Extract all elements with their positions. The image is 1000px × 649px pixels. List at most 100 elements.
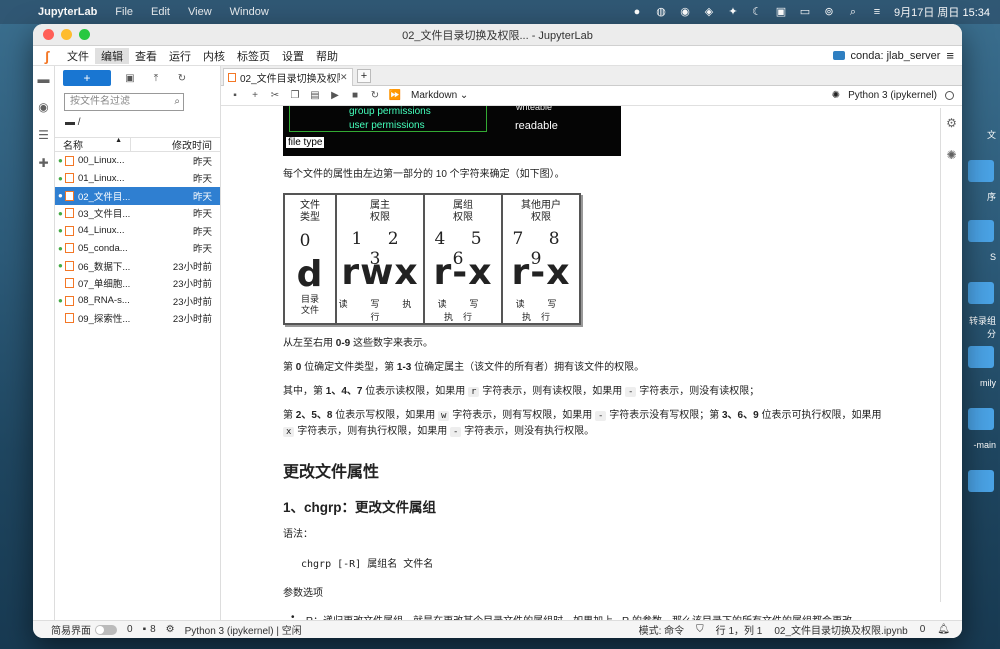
status-icon-4[interactable]: ✦ xyxy=(726,6,740,18)
property-inspector-icon[interactable]: ⚙ xyxy=(946,116,957,130)
chevron-down-icon: ⌄ xyxy=(459,90,469,101)
desktop-folder-icon[interactable] xyxy=(968,470,994,492)
file-row[interactable]: ● 03_文件目... 昨天 xyxy=(55,205,220,223)
file-modified-time: 昨天 xyxy=(192,244,212,256)
new-folder-icon[interactable]: ▣ xyxy=(123,73,137,84)
gear-icon[interactable]: ⚙ xyxy=(166,624,175,635)
save-icon[interactable]: ▪ xyxy=(225,90,245,101)
search-icon[interactable]: ⌕ xyxy=(846,6,860,18)
breadcrumb-path[interactable]: / xyxy=(78,117,81,128)
tab-notebook[interactable]: 02_文件目录切换及权限.ipyn ✕ xyxy=(223,68,353,86)
menu-help[interactable]: 帮助 xyxy=(310,48,344,64)
toggle-switch[interactable] xyxy=(95,624,117,635)
desktop-folder-icon[interactable] xyxy=(968,346,994,368)
menu-kernel[interactable]: 内核 xyxy=(197,48,231,64)
paste-icon[interactable]: ▤ xyxy=(305,90,325,101)
menubar-view[interactable]: View xyxy=(188,6,212,18)
refresh-icon[interactable]: ↻ xyxy=(175,73,189,84)
status-icon-3[interactable]: ◈ xyxy=(702,6,716,18)
cursor-position[interactable]: 行 1，列 1 xyxy=(716,622,763,637)
running-kernels-icon[interactable]: ◉ xyxy=(37,100,51,114)
folder-icon[interactable]: ▬ xyxy=(37,72,51,86)
insert-cell-icon[interactable]: + xyxy=(245,90,265,101)
file-row[interactable]: ● 02_文件目... 昨天 xyxy=(55,187,220,205)
menubar-edit[interactable]: Edit xyxy=(151,6,170,18)
zoom-window-button[interactable] xyxy=(79,29,90,40)
conda-env-indicator[interactable]: conda: jlab_server ≡ xyxy=(832,48,954,63)
folder-icon[interactable]: ▬ xyxy=(65,117,78,128)
notebook-icon xyxy=(65,260,74,271)
simple-mode-toggle[interactable]: 简易界面 xyxy=(51,622,117,637)
file-row[interactable]: ● 06_数据下... 23小时前 xyxy=(55,257,220,275)
file-row[interactable]: ● 00_Linux... 昨天 xyxy=(55,152,220,170)
status-icon-2[interactable]: ◉ xyxy=(678,6,692,18)
paragraph-type-owner: 第 0 位确定文件类型，第 1-3 位确定属主（该文件的所有者）拥有该文件的权限… xyxy=(283,362,645,373)
file-row[interactable]: ● 04_Linux... 昨天 xyxy=(55,222,220,240)
extension-manager-icon[interactable]: ✚ xyxy=(37,156,51,170)
file-row[interactable]: 09_探索性... 23小时前 xyxy=(55,310,220,328)
menu-run[interactable]: 运行 xyxy=(163,48,197,64)
upload-icon[interactable]: ⤒ xyxy=(149,73,163,84)
new-launcher-button[interactable]: + xyxy=(63,70,111,86)
file-name: 03_文件目... xyxy=(78,209,131,221)
cell-type-dropdown[interactable]: Markdown ⌄ xyxy=(411,90,468,101)
file-name: 09_探索性... xyxy=(78,314,131,326)
restart-icon[interactable]: ↻ xyxy=(365,90,385,101)
column-header-name[interactable]: 名称 ▲ xyxy=(55,137,131,152)
menu-file[interactable]: 文件 xyxy=(61,48,95,64)
file-row[interactable]: ● 05_conda... 昨天 xyxy=(55,240,220,258)
debugger-icon[interactable]: ✺ xyxy=(946,148,956,162)
file-row[interactable]: ● 01_Linux... 昨天 xyxy=(55,170,220,188)
copy-icon[interactable]: ❐ xyxy=(285,90,305,101)
menu-edit[interactable]: 编辑 xyxy=(95,47,129,64)
running-indicator-icon: ● xyxy=(58,156,63,166)
wechat-icon[interactable]: ◍ xyxy=(654,6,668,18)
file-filter-input[interactable]: 按文件名过滤 ⌕ xyxy=(64,93,184,111)
list-item: • -R：递归更改文件属组，就是在更改某个目录文件的属组时，如果加上 - R 的… xyxy=(291,612,948,620)
desktop-folder-icon[interactable] xyxy=(968,282,994,304)
menu-settings[interactable]: 设置 xyxy=(276,48,310,64)
file-name: 05_conda... xyxy=(78,242,128,254)
kernel-status-text[interactable]: Python 3 (ipykernel) | 空闲 xyxy=(185,622,302,637)
menubar-file[interactable]: File xyxy=(115,6,133,18)
new-tab-button[interactable]: + xyxy=(357,69,371,83)
diagram-file-type: file type xyxy=(286,137,325,148)
mode-indicator: 模式: 命令 xyxy=(638,626,685,637)
file-row[interactable]: 07_单细胞... 23小时前 xyxy=(55,275,220,293)
file-name: 00_Linux... xyxy=(78,155,125,167)
status-icon-5[interactable]: ▣ xyxy=(774,6,788,18)
macos-menubar: JupyterLab File Edit View Window ● ◍ ◉ ◈… xyxy=(0,0,1000,24)
cut-icon[interactable]: ✂ xyxy=(265,90,285,101)
stop-icon[interactable]: ■ xyxy=(345,90,365,101)
run-icon[interactable]: ▶ xyxy=(325,90,345,101)
close-window-button[interactable] xyxy=(43,29,54,40)
window-titlebar[interactable]: 02_文件目录切换及权限... - JupyterLab xyxy=(33,24,962,46)
menubar-app-name[interactable]: JupyterLab xyxy=(38,6,97,18)
desktop-folder-icon[interactable] xyxy=(968,408,994,430)
menu-tabs[interactable]: 标签页 xyxy=(231,48,276,64)
menu-view[interactable]: 查看 xyxy=(129,48,163,64)
kernels-count[interactable]: ▪ 8 xyxy=(143,624,156,635)
kernel-name[interactable]: Python 3 (ipykernel) xyxy=(848,90,937,101)
status-icon-6[interactable]: ▭ xyxy=(798,6,812,18)
minimize-window-button[interactable] xyxy=(61,29,72,40)
file-row[interactable]: ● 08_RNA-s... 23小时前 xyxy=(55,292,220,310)
desktop-folder-icon[interactable] xyxy=(968,220,994,242)
terminals-count[interactable]: 0 xyxy=(127,624,133,635)
fast-forward-icon[interactable]: ⏩ xyxy=(385,90,405,101)
status-icon-7[interactable]: ⊚ xyxy=(822,6,836,18)
column-header-modified[interactable]: 修改时间 xyxy=(131,137,220,152)
menubar-clock[interactable]: 9月17日 周日 15:34 xyxy=(894,4,990,20)
shield-icon[interactable]: ⛉ xyxy=(696,624,704,635)
hamburger-menu-icon[interactable]: ≡ xyxy=(946,48,954,63)
desktop-folder-icon[interactable] xyxy=(968,160,994,182)
debugger-icon[interactable]: ✺ xyxy=(832,90,840,101)
status-icon-1[interactable]: ● xyxy=(630,6,644,18)
bell-icon[interactable]: 🔔︎ xyxy=(937,624,950,635)
control-center-icon[interactable]: ≡ xyxy=(870,6,884,18)
close-tab-icon[interactable]: ✕ xyxy=(340,72,348,83)
table-of-contents-icon[interactable]: ☰ xyxy=(37,128,51,142)
notification-count[interactable]: 0 xyxy=(920,624,926,635)
moon-icon[interactable]: ☾ xyxy=(750,6,764,18)
menubar-window[interactable]: Window xyxy=(230,6,269,18)
